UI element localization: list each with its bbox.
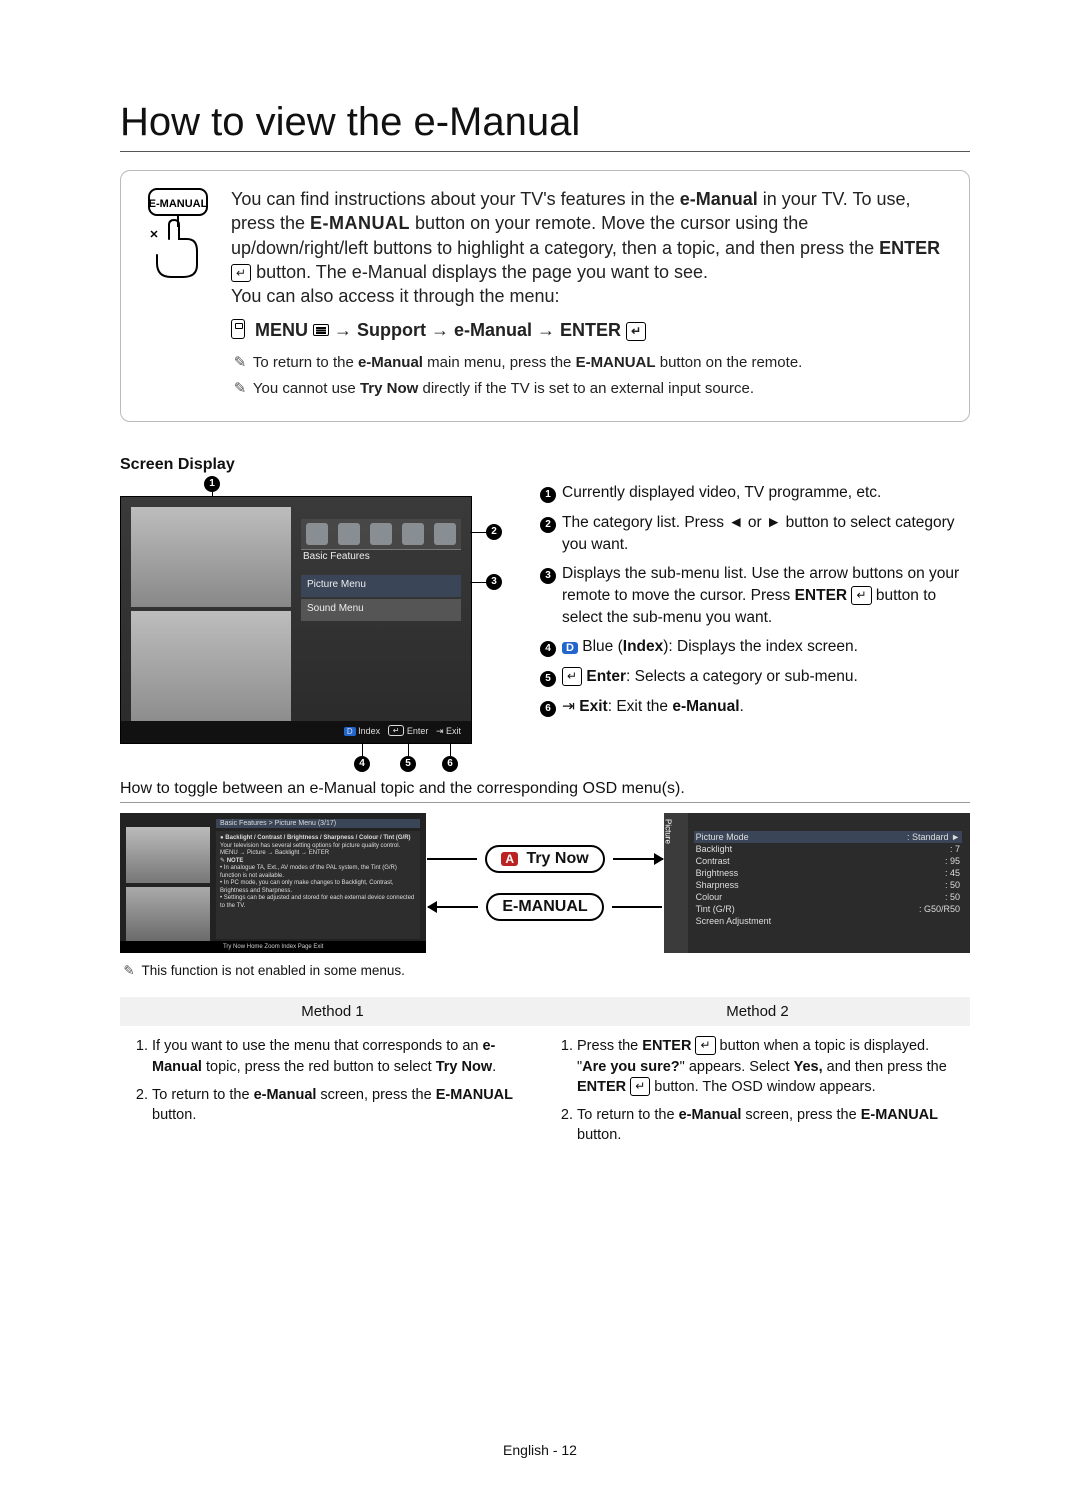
remote-icon [231,319,245,339]
enter-icon: ↵ [851,586,871,605]
page-title: How to view the e-Manual [120,100,970,152]
intro-text: You can find instructions about your TV'… [231,189,680,209]
osd-sidebar: Picture [664,813,688,953]
method-2-label: Method 2 [545,997,970,1026]
callout-6: 6 [442,756,458,772]
try-now-pill: A Try Now [485,845,604,873]
toggle-heading: How to toggle between an e-Manual topic … [120,780,970,803]
video-thumbnail [131,507,291,607]
legend-num-1: 1 [540,487,556,503]
legend-num-6: 6 [540,701,556,717]
topic-footer: Try Now Home Zoom Index Page Exit [120,941,426,953]
table-row: Colour: 50 [694,891,962,903]
table-row: Picture Mode: Standard ► [694,831,962,843]
legend-num-2: 2 [540,517,556,533]
list-item: Press the ENTER ↵ button when a topic is… [577,1036,960,1097]
menu-icon [313,324,329,336]
intro-text-2: You can also access it through the menu: [231,284,945,308]
callout-4: 4 [354,756,370,772]
table-row: Screen Adjustment [694,915,962,927]
method-1-label: Method 1 [120,997,545,1026]
list-item: To return to the e-Manual screen, press … [577,1105,960,1146]
table-row: Contrast: 95 [694,855,962,867]
callout-3: 3 [486,574,502,590]
thumb-1 [126,827,210,883]
legend-num-4: 4 [540,641,556,657]
legend: 1 Currently displayed video, TV programme… [500,482,970,725]
osd-mock: Picture Picture Mode: Standard ►Backligh… [664,813,970,953]
callout-5: 5 [400,756,416,772]
arrow-left-icon [612,906,662,908]
list-item: If you want to use the menu that corresp… [152,1036,535,1077]
button-name: E-MANUAL [310,213,410,233]
callout-2: 2 [486,524,502,540]
category-label: Basic Features [303,551,370,562]
arrow-left-icon [428,906,478,908]
legend-text-4: D Blue (Index): Displays the index scree… [562,636,970,658]
table-row: Backlight: 7 [694,843,962,855]
table-row: Tint (G/R): G50/R50 [694,903,962,915]
topic-body: ● Backlight / Contrast / Brightness / Sh… [216,831,420,939]
red-a-icon: A [501,852,518,866]
table-row: Sharpness: 50 [694,879,962,891]
legend-text-3: Displays the sub-menu list. Use the arro… [562,563,970,628]
svg-text:E-MANUAL: E-MANUAL [149,198,208,210]
enter-icon: ↵ [630,1077,650,1096]
method-2-body: Press the ENTER ↵ button when a topic is… [545,1036,970,1153]
enter-icon: ↵ [562,667,582,686]
submenu-item-picture: Picture Menu [301,575,461,597]
callout-1: 1 [204,476,220,492]
methods-header: Method 1 Method 2 [120,997,970,1026]
video-thumbnail-large [131,611,291,733]
screen-mock: Basic Features Picture Menu Sound Menu D… [120,496,472,744]
enter-icon: ↵ [695,1036,715,1055]
screen-display-heading: Screen Display [120,456,970,474]
arrow-right-icon [427,858,477,860]
note-icon: ✎ [231,379,249,399]
page-footer: English - 12 [0,1442,1080,1458]
toggle-note: ✎ This function is not enabled in some m… [120,963,970,979]
blue-d-icon: D [562,642,578,654]
note-1: ✎ To return to the e-Manual main menu, p… [231,353,945,373]
screen-footer: D Index ↵ Enter ⇥ Exit [121,721,471,743]
emanual-topic-mock: Basic Features > Picture Menu (3/17) ● B… [120,813,426,953]
legend-text-1: Currently displayed video, TV programme,… [562,482,970,504]
menu-path: MENU → Support → e-Manual → ENTER ↵ [231,318,945,342]
note-icon: ✎ [231,353,249,373]
legend-text-5: ↵ Enter: Selects a category or sub-menu. [562,666,970,688]
legend-text-6: ⇥ Exit: Exit the e-Manual. [562,696,970,718]
term-emanual: e-Manual [680,189,758,209]
table-row: Brightness: 45 [694,867,962,879]
category-bar [301,519,461,550]
thumb-2 [126,887,210,945]
enter-icon: ↵ [626,322,646,340]
list-item: To return to the e-Manual screen, press … [152,1085,535,1126]
note-2: ✎ You cannot use Try Now directly if the… [231,379,945,399]
legend-num-5: 5 [540,671,556,687]
breadcrumb: Basic Features > Picture Menu (3/17) [216,819,420,828]
legend-num-3: 3 [540,568,556,584]
submenu-item-sound: Sound Menu [301,599,461,621]
emanual-pill: E-MANUAL [486,893,603,921]
intro-box: E-MANUAL You can find instructions about… [120,170,970,422]
arrow-right-icon [613,858,663,860]
remote-press-icon: E-MANUAL [143,187,217,279]
legend-text-2: The category list. Press ◄ or ► button t… [562,512,970,555]
screen-mock-column: 1 Basic Features Picture Menu Sound Menu… [120,482,500,744]
method-1-body: If you want to use the menu that corresp… [120,1036,545,1153]
enter-icon: ↵ [231,264,251,282]
note-icon: ✎ [120,963,138,979]
toggle-diagram: Basic Features > Picture Menu (3/17) ● B… [120,813,970,953]
